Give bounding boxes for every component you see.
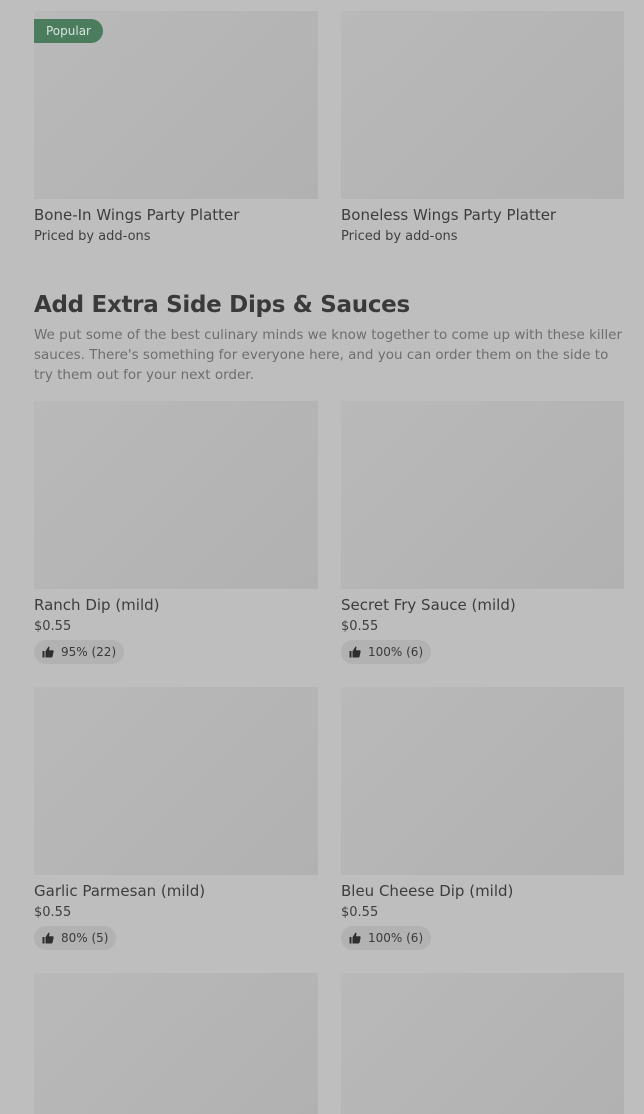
menu-item-card[interactable]: Popular Bone-In Wings Party Platter Pric… — [34, 11, 318, 245]
thumbs-up-icon — [42, 932, 54, 944]
thumbs-up-icon — [349, 646, 361, 658]
rating-badge[interactable]: 95% (22) — [34, 640, 125, 664]
menu-item-card[interactable] — [34, 973, 318, 1114]
item-image[interactable] — [34, 401, 318, 589]
item-image[interactable] — [341, 11, 624, 199]
item-price: $0.55 — [341, 619, 379, 634]
item-image[interactable] — [34, 687, 318, 875]
rating-badge[interactable]: 100% (6) — [341, 640, 432, 664]
menu-item-card[interactable]: Ranch Dip (mild) $0.55 95% (22) — [34, 401, 318, 664]
rating-text: 100% (6) — [368, 645, 424, 659]
thumbs-up-icon — [349, 932, 361, 944]
menu-item-card[interactable]: Garlic Parmesan (mild) $0.55 80% (5) — [34, 687, 318, 950]
item-price: $0.55 — [34, 619, 72, 634]
item-image[interactable] — [341, 687, 624, 875]
item-price: $0.55 — [34, 905, 72, 920]
item-price: $0.55 — [341, 905, 379, 920]
rating-badge[interactable]: 100% (6) — [341, 926, 432, 950]
item-name: Boneless Wings Party Platter — [341, 206, 557, 224]
item-image[interactable]: Popular — [34, 11, 318, 199]
rating-badge[interactable]: 80% (5) — [34, 926, 117, 950]
item-name: Garlic Parmesan (mild) — [34, 882, 206, 900]
section-description: We put some of the best culinary minds w… — [34, 327, 623, 383]
rating-text: 95% (22) — [61, 645, 117, 659]
popular-badge: Popular — [34, 19, 103, 43]
menu-item-card[interactable]: Bleu Cheese Dip (mild) $0.55 100% (6) — [341, 687, 624, 950]
rating-text: 100% (6) — [368, 931, 424, 945]
thumbs-up-icon — [42, 646, 54, 658]
item-price: Priced by add-ons — [34, 229, 151, 244]
item-name: Secret Fry Sauce (mild) — [341, 596, 516, 614]
item-image[interactable] — [34, 973, 318, 1114]
item-image[interactable] — [341, 973, 624, 1114]
menu-item-card[interactable]: Boneless Wings Party Platter Priced by a… — [341, 11, 624, 245]
item-price: Priced by add-ons — [341, 229, 458, 244]
item-name: Bleu Cheese Dip (mild) — [341, 882, 514, 900]
item-name: Bone-In Wings Party Platter — [34, 206, 240, 224]
menu-item-card[interactable] — [341, 973, 624, 1114]
item-image[interactable] — [341, 401, 624, 589]
section-title: Add Extra Side Dips & Sauces — [34, 292, 410, 318]
item-name: Ranch Dip (mild) — [34, 596, 160, 614]
rating-text: 80% (5) — [61, 931, 109, 945]
menu-item-card[interactable]: Secret Fry Sauce (mild) $0.55 100% (6) — [341, 401, 624, 664]
